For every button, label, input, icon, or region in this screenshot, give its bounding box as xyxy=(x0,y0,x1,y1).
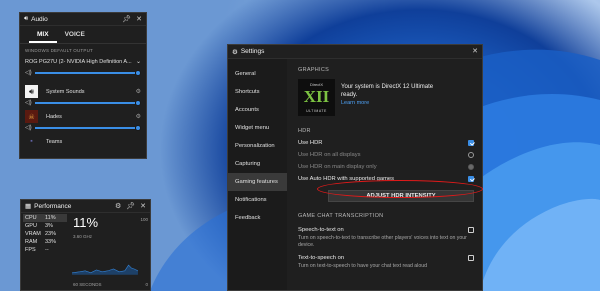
default-output-label: WINDOWS DEFAULT OUTPUT xyxy=(25,48,93,53)
adjust-hdr-intensity-button[interactable]: ADJUST HDR INTENSITY xyxy=(328,190,474,202)
audio-title: Audio xyxy=(31,15,48,23)
use-hdr-checkbox[interactable] xyxy=(468,140,474,146)
app-name-hades: Hades xyxy=(46,113,62,120)
metric-gpu[interactable]: GPU 3% xyxy=(23,222,67,230)
graph-max-label: 100 xyxy=(140,217,148,222)
hdr-main-display-radio[interactable] xyxy=(468,164,474,170)
tab-mix[interactable]: MIX xyxy=(29,28,57,43)
speech-to-text-checkbox[interactable] xyxy=(468,226,474,233)
device-volume-slider[interactable]: ◁) xyxy=(25,69,141,77)
nav-shortcuts[interactable]: Shortcuts xyxy=(228,83,287,101)
gear-icon[interactable]: ⚙ xyxy=(136,88,141,95)
learn-more-link[interactable]: Learn more xyxy=(341,100,441,106)
hdr-main-display-row: Use HDR on main display only xyxy=(298,161,474,173)
gear-icon: ⚙ xyxy=(232,48,238,56)
use-hdr-row: Use HDR xyxy=(298,137,474,149)
auto-hdr-label: Use Auto HDR with supported games xyxy=(298,176,395,182)
output-device-select[interactable]: ROG PG27U (2- NVIDIA High Definition A..… xyxy=(25,59,136,65)
close-icon[interactable]: ✕ xyxy=(140,203,146,210)
speech-to-text-description: Turn on speech-to-text to transcribe oth… xyxy=(298,235,467,248)
performance-titlebar[interactable]: ▦ Performance ⚙ 📌︎ ✕ xyxy=(21,200,150,213)
nav-widget-menu[interactable]: Widget menu xyxy=(228,119,287,137)
nav-general[interactable]: General xyxy=(228,65,287,83)
chevron-down-icon[interactable]: ⌄ xyxy=(136,58,141,65)
audio-widget: 🔊︎ Audio 📌︎ ✕ MIX VOICE WINDOWS DEFAULT … xyxy=(19,12,147,159)
settings-title: Settings xyxy=(240,48,265,55)
text-to-speech-label: Text-to-speech on xyxy=(298,254,345,261)
hdr-all-displays-radio[interactable] xyxy=(468,152,474,158)
close-icon[interactable]: ✕ xyxy=(136,16,142,23)
speaker-icon: ◁) xyxy=(25,100,32,106)
speaker-icon: 🔊︎ xyxy=(24,15,29,22)
hades-app-icon: ☠ xyxy=(25,110,38,123)
system-sounds-volume-slider[interactable]: ◁) xyxy=(25,99,141,107)
nav-personalization[interactable]: Personalization xyxy=(228,137,287,155)
nav-gaming-features[interactable]: Gaming features xyxy=(228,173,287,191)
hdr-all-displays-row: Use HDR on all displays xyxy=(298,149,474,161)
directx-status-text: Your system is DirectX 12 Ultimate ready… xyxy=(341,84,434,98)
nav-notifications[interactable]: Notifications xyxy=(228,191,287,209)
teams-app-icon: ▪ xyxy=(30,138,33,145)
text-to-speech-checkbox[interactable] xyxy=(468,254,474,261)
text-to-speech-row: Text-to-speech on xyxy=(298,253,474,262)
performance-widget: ▦ Performance ⚙ 📌︎ ✕ CPU 11% GPU 3% VRAM 23… xyxy=(20,199,151,291)
cpu-usage-graph xyxy=(72,264,138,275)
graphics-header: GRAPHICS xyxy=(298,67,330,73)
cpu-percentage: 11% xyxy=(73,215,99,230)
graph-min-label: 0 xyxy=(145,282,148,287)
transcription-header: GAME CHAT TRANSCRIPTION xyxy=(298,213,384,219)
metric-vram[interactable]: VRAM 23% xyxy=(23,230,67,238)
pin-icon[interactable]: 📌︎ xyxy=(126,203,135,210)
pin-icon[interactable]: 📌︎ xyxy=(122,16,131,23)
performance-icon: ▦ xyxy=(25,203,32,210)
speech-to-text-row: Speech-to-text on xyxy=(298,225,474,234)
hades-volume-slider[interactable]: ◁) xyxy=(25,124,141,132)
directx-logo: DirectX XII ULTIMATE xyxy=(298,79,335,116)
audio-titlebar[interactable]: 🔊︎ Audio 📌︎ ✕ xyxy=(20,13,146,26)
app-name-teams: Teams xyxy=(46,138,63,145)
settings-nav: General Shortcuts Accounts Widget menu P… xyxy=(228,59,287,290)
auto-hdr-checkbox[interactable] xyxy=(468,176,474,182)
metric-fps[interactable]: FPS -- xyxy=(23,246,67,254)
performance-title: Performance xyxy=(34,202,72,210)
text-to-speech-description: Turn on text-to-speech to have your chat… xyxy=(298,263,427,269)
hdr-main-display-label: Use HDR on main display only xyxy=(298,164,377,170)
nav-feedback[interactable]: Feedback xyxy=(228,209,287,227)
speaker-icon: ◁) xyxy=(25,125,32,131)
system-sounds-icon: 🔊︎ xyxy=(25,85,38,98)
settings-titlebar[interactable]: ⚙ Settings ✕ xyxy=(228,45,482,59)
speech-to-text-label: Speech-to-text on xyxy=(298,226,344,233)
nav-accounts[interactable]: Accounts xyxy=(228,101,287,119)
metric-ram[interactable]: RAM 33% xyxy=(23,238,67,246)
gear-icon[interactable]: ⚙ xyxy=(136,113,141,120)
nav-capturing[interactable]: Capturing xyxy=(228,155,287,173)
app-name-system-sounds: System Sounds xyxy=(46,88,85,95)
tab-voice[interactable]: VOICE xyxy=(57,28,93,43)
close-icon[interactable]: ✕ xyxy=(472,48,478,55)
options-icon[interactable]: ⚙ xyxy=(115,203,121,210)
auto-hdr-row: Use Auto HDR with supported games xyxy=(298,173,474,185)
speaker-icon: ◁) xyxy=(25,70,32,76)
graph-timespan-label: 60 SECONDS xyxy=(73,282,102,287)
hdr-all-displays-label: Use HDR on all displays xyxy=(298,152,361,158)
use-hdr-label: Use HDR xyxy=(298,140,323,146)
metric-cpu[interactable]: CPU 11% xyxy=(23,214,67,222)
settings-widget: ⚙ Settings ✕ General Shortcuts Accounts … xyxy=(227,44,483,291)
hdr-header: HDR xyxy=(298,128,311,134)
